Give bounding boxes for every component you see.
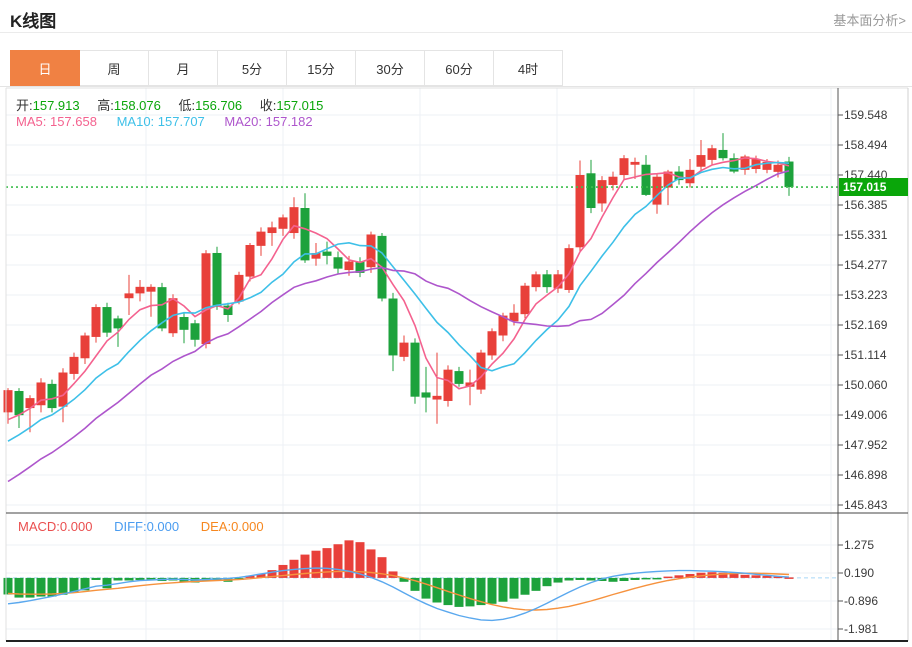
high-value: 158.076 bbox=[114, 98, 161, 113]
price-tick: 146.898 bbox=[844, 468, 887, 482]
high-label: 高: bbox=[97, 98, 114, 113]
close-label: 收: bbox=[260, 98, 277, 113]
macd-tick: 0.190 bbox=[844, 566, 874, 580]
open-value: 157.913 bbox=[33, 98, 80, 113]
ma10-value: MA10: 157.707 bbox=[117, 114, 205, 129]
low-label: 低: bbox=[179, 98, 196, 113]
kline-page: K线图 基本面分析> 日周月5分15分30分60分4时 开:157.913 高:… bbox=[0, 0, 912, 647]
price-tick: 149.006 bbox=[844, 408, 887, 422]
open-label: 开: bbox=[16, 98, 33, 113]
macd-tick: -0.896 bbox=[844, 594, 878, 608]
price-tick: 156.385 bbox=[844, 198, 887, 212]
ma20-value: MA20: 157.182 bbox=[224, 114, 312, 129]
current-price-badge: 157.015 bbox=[839, 178, 908, 196]
ma-readout: MA5: 157.658 MA10: 157.707 MA20: 157.182 bbox=[16, 114, 329, 129]
price-tick: 159.548 bbox=[844, 108, 887, 122]
price-tick: 151.114 bbox=[844, 348, 887, 362]
macd-tick: -1.981 bbox=[844, 622, 878, 636]
price-tick: 145.843 bbox=[844, 498, 887, 512]
macd-tick: 1.275 bbox=[844, 538, 874, 552]
price-tick: 158.494 bbox=[844, 138, 887, 152]
macd-readout: MACD:0.000 DIFF:0.000 DEA:0.000 bbox=[18, 519, 282, 534]
macd-value: MACD:0.000 bbox=[18, 519, 92, 534]
price-tick: 150.060 bbox=[844, 378, 887, 392]
ma5-value: MA5: 157.658 bbox=[16, 114, 97, 129]
dea-value: DEA:0.000 bbox=[201, 519, 264, 534]
low-value: 156.706 bbox=[195, 98, 242, 113]
price-tick: 154.277 bbox=[844, 258, 887, 272]
close-value: 157.015 bbox=[276, 98, 323, 113]
tab-daily[interactable]: 日 bbox=[10, 50, 80, 86]
price-tick: 152.169 bbox=[844, 318, 887, 332]
ohlc-readout: 开:157.913 高:158.076 低:156.706 收:157.015 bbox=[16, 95, 337, 114]
diff-value: DIFF:0.000 bbox=[114, 519, 179, 534]
price-tick: 147.952 bbox=[844, 438, 887, 452]
price-tick: 155.331 bbox=[844, 228, 887, 242]
price-tick: 153.223 bbox=[844, 288, 887, 302]
